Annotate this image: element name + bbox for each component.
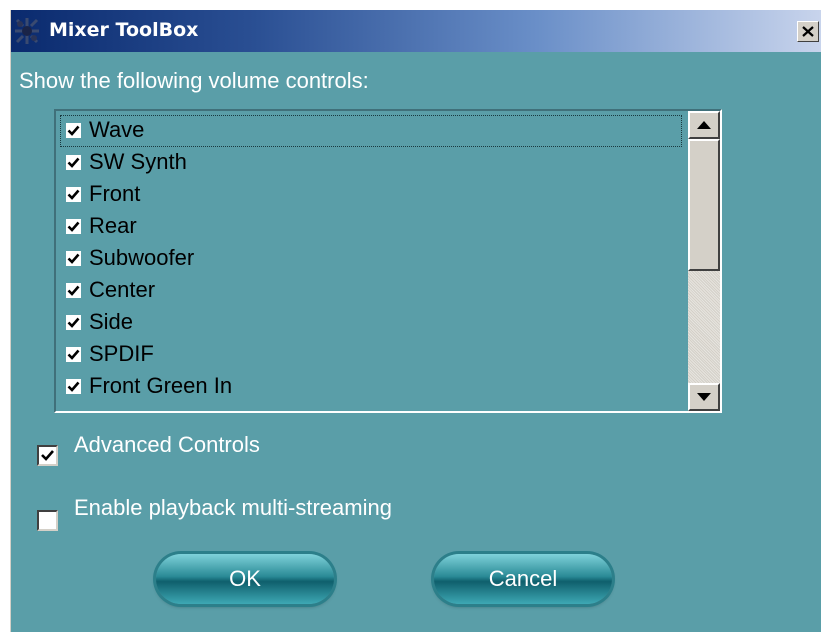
- checkmark-icon: [67, 349, 80, 360]
- list-item-checkbox[interactable]: [66, 219, 81, 234]
- checkmark-icon: [67, 381, 80, 392]
- advanced-controls-checkbox[interactable]: [37, 445, 58, 466]
- scrollbar-thumb[interactable]: [688, 139, 720, 271]
- list-item-checkbox[interactable]: [66, 123, 81, 138]
- checkmark-icon: [67, 125, 80, 136]
- checkmark-icon: [67, 189, 80, 200]
- ok-button[interactable]: OK: [156, 554, 334, 604]
- list-item[interactable]: Rear: [56, 211, 686, 243]
- volume-controls-listbox[interactable]: Wave SW Synth Front Rear Subwoofer Center Side…: [54, 109, 722, 413]
- list-item-label: SPDIF: [89, 341, 154, 366]
- title-bar[interactable]: Mixer ToolBox: [11, 10, 821, 52]
- list-item-label: Wave: [89, 117, 145, 142]
- scroll-up-arrow-icon: [697, 121, 711, 129]
- list-prompt-label: Show the following volume controls:: [19, 68, 369, 93]
- list-item-body[interactable]: Front: [60, 179, 682, 211]
- multistream-checkbox[interactable]: [37, 510, 58, 531]
- list-item-label: Front: [89, 181, 141, 206]
- list-item-checkbox[interactable]: [66, 251, 81, 266]
- list-item-checkbox[interactable]: [66, 155, 81, 170]
- checkmark-icon: [41, 450, 54, 461]
- list-item-body[interactable]: SW Synth: [60, 147, 682, 179]
- scroll-up-button[interactable]: [688, 111, 720, 139]
- list-item-checkbox[interactable]: [66, 283, 81, 298]
- list-item-body[interactable]: SPDIF: [60, 339, 682, 371]
- list-item[interactable]: SW Synth: [56, 147, 686, 179]
- list-item[interactable]: Front: [56, 179, 686, 211]
- checkmark-icon: [67, 221, 80, 232]
- checkmark-icon: [67, 317, 80, 328]
- list-item-checkbox[interactable]: [66, 315, 81, 330]
- list-item-checkbox[interactable]: [66, 379, 81, 394]
- multistream-label: Enable playback multi-streaming: [74, 495, 392, 520]
- checkmark-icon: [67, 285, 80, 296]
- list-item-body[interactable]: Side: [60, 307, 682, 339]
- list-item-label: Subwoofer: [89, 245, 195, 270]
- list-item-body[interactable]: Front Green In: [60, 371, 682, 403]
- window-title: Mixer ToolBox: [49, 19, 199, 41]
- list-item-body[interactable]: Rear: [60, 211, 682, 243]
- mixer-toolbox-dialog: Mixer ToolBox Show the following volume …: [10, 10, 821, 632]
- list-item-body[interactable]: Subwoofer: [60, 243, 682, 275]
- checkmark-icon: [67, 253, 80, 264]
- scroll-down-arrow-icon: [697, 393, 711, 401]
- mixer-app-icon: [13, 16, 41, 46]
- list-item-label: Front Green In: [89, 373, 233, 398]
- list-item[interactable]: Wave: [56, 115, 686, 147]
- ok-button-label: OK: [229, 566, 261, 591]
- list-item-label: Center: [89, 277, 156, 302]
- list-item-body[interactable]: Wave: [60, 115, 682, 147]
- list-item-checkbox[interactable]: [66, 187, 81, 202]
- list-item[interactable]: Subwoofer: [56, 243, 686, 275]
- cancel-button[interactable]: Cancel: [434, 554, 612, 604]
- list-item-checkbox[interactable]: [66, 347, 81, 362]
- list-item[interactable]: Side: [56, 307, 686, 339]
- list-item[interactable]: SPDIF: [56, 339, 686, 371]
- close-button[interactable]: [797, 21, 819, 42]
- list-item[interactable]: Front Green In: [56, 371, 686, 403]
- vertical-scrollbar[interactable]: [688, 111, 720, 411]
- list-item-label: SW Synth: [89, 149, 187, 174]
- checkmark-icon: [67, 157, 80, 168]
- list-item-body[interactable]: Center: [60, 275, 682, 307]
- list-item-label: Rear: [89, 213, 137, 238]
- close-icon: [802, 26, 814, 37]
- advanced-controls-label: Advanced Controls: [74, 432, 260, 457]
- list-item-label: Side: [89, 309, 134, 334]
- cancel-button-label: Cancel: [488, 566, 558, 591]
- scroll-down-button[interactable]: [688, 383, 720, 411]
- list-item[interactable]: Center: [56, 275, 686, 307]
